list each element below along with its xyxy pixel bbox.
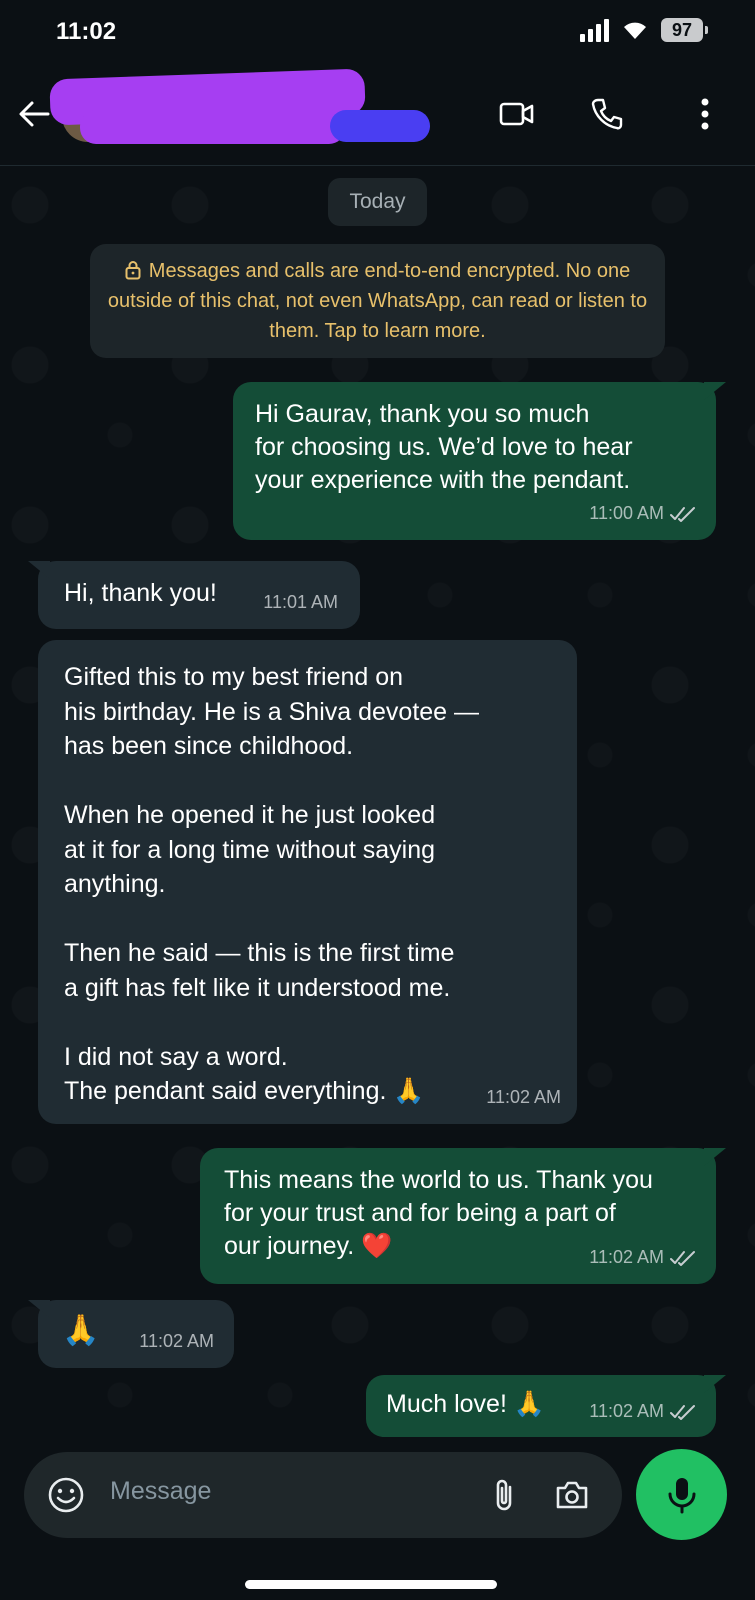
message-bubble-outgoing[interactable]: Hi Gaurav, thank you so much for choosin… <box>233 382 716 540</box>
message-meta: 11:02 AM <box>139 1325 214 1358</box>
message-input[interactable]: Message <box>110 1477 211 1506</box>
wifi-icon <box>624 22 646 39</box>
chat-screen: 11:02 97 Today Messages and calls are en… <box>0 0 755 1600</box>
emoji-button[interactable] <box>44 1473 88 1517</box>
lock-icon <box>125 261 141 280</box>
message-text: Much love! 🙏 <box>386 1390 545 1418</box>
home-indicator[interactable] <box>245 1580 497 1589</box>
video-call-icon <box>499 102 534 126</box>
redaction-mark <box>330 110 430 142</box>
message-time: 11:00 AM <box>589 503 664 523</box>
message-time: 11:01 AM <box>263 592 338 612</box>
camera-button[interactable] <box>550 1473 594 1517</box>
message-bubble-incoming[interactable]: 🙏 11:02 AM <box>38 1300 234 1368</box>
battery-icon: 97 <box>661 18 708 42</box>
message-meta: 11:00 AM <box>589 497 696 530</box>
redaction-mark <box>80 110 345 144</box>
status-icons: 97 <box>580 18 708 42</box>
voice-message-button[interactable] <box>636 1449 727 1540</box>
emoji-icon <box>48 1477 84 1513</box>
voice-call-button[interactable] <box>585 92 629 136</box>
message-meta: 11:02 AM <box>589 1395 696 1428</box>
microphone-icon <box>668 1477 695 1513</box>
encryption-notice[interactable]: Messages and calls are end-to-end encryp… <box>90 244 665 358</box>
double-check-read-icon <box>670 506 695 522</box>
voice-call-icon <box>591 98 623 130</box>
message-bubble-incoming[interactable]: Hi, thank you! 11:01 AM <box>38 561 360 629</box>
more-options-icon <box>701 98 709 130</box>
double-check-read-icon <box>670 1250 695 1266</box>
message-composer: Message <box>24 1452 622 1538</box>
message-time: 11:02 AM <box>589 1401 664 1421</box>
message-text: Gifted this to my best friend on his bir… <box>64 663 480 1105</box>
back-arrow-icon <box>19 101 50 127</box>
paperclip-icon <box>496 1479 512 1511</box>
message-meta: 11:02 AM <box>486 1081 561 1114</box>
camera-icon <box>556 1481 588 1509</box>
status-time: 11:02 <box>56 18 117 45</box>
message-text: Hi Gaurav, thank you so much for choosin… <box>255 400 633 494</box>
date-chip: Today <box>328 178 427 226</box>
message-bubble-incoming[interactable]: Gifted this to my best friend on his bir… <box>38 640 577 1124</box>
message-meta: 11:02 AM <box>589 1241 696 1274</box>
encryption-text: Messages and calls are end-to-end encryp… <box>107 260 648 342</box>
message-meta: 11:01 AM <box>263 586 338 619</box>
message-time: 11:02 AM <box>139 1331 214 1351</box>
message-text: 🙏 <box>62 1314 100 1347</box>
message-time: 11:02 AM <box>589 1247 664 1267</box>
message-bubble-outgoing[interactable]: This means the world to us. Thank you fo… <box>200 1148 716 1284</box>
attach-button[interactable] <box>482 1473 526 1517</box>
message-text: Hi, thank you! <box>64 579 217 607</box>
chat-header <box>0 66 755 166</box>
double-check-read-icon <box>670 1404 695 1420</box>
more-options-button[interactable] <box>683 92 727 136</box>
message-time: 11:02 AM <box>486 1087 561 1107</box>
status-bar: 11:02 97 <box>0 0 755 66</box>
signal-icon <box>580 18 609 42</box>
video-call-button[interactable] <box>495 92 539 136</box>
message-bubble-outgoing[interactable]: Much love! 🙏 11:02 AM <box>366 1375 716 1437</box>
